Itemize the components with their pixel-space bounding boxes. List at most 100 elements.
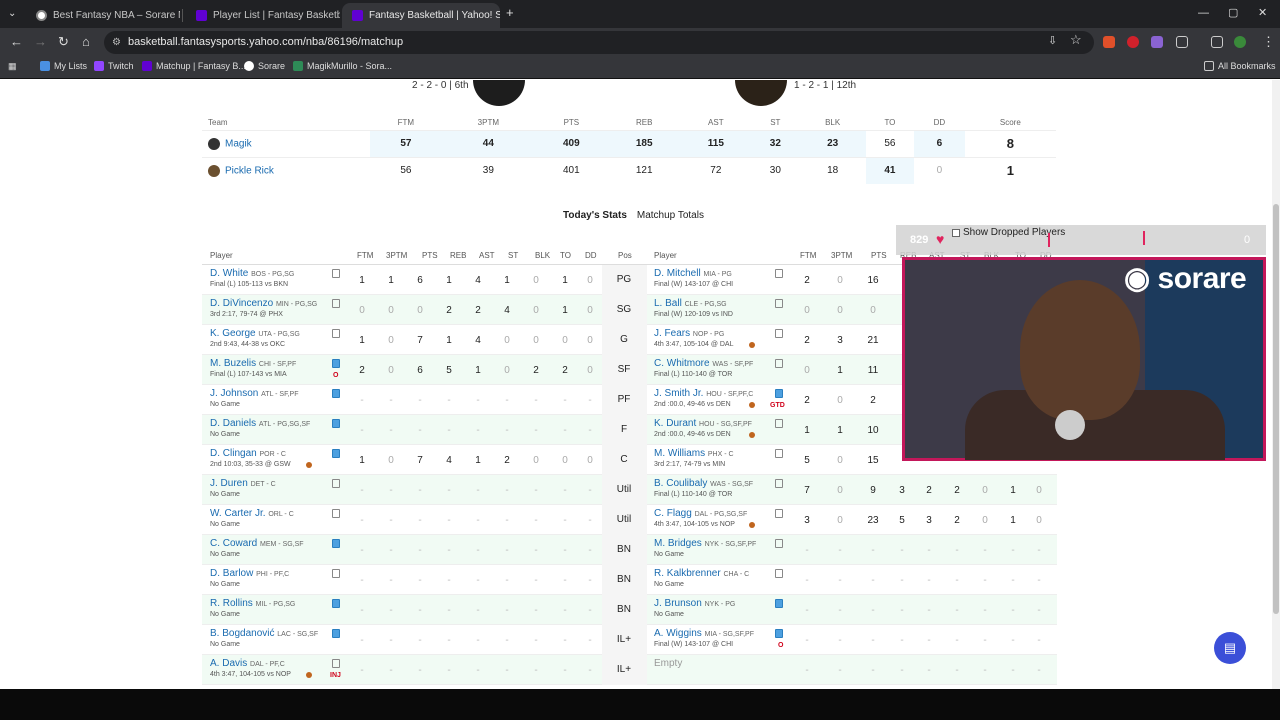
player-notes-icon[interactable] <box>332 359 340 368</box>
player-notes-icon[interactable] <box>332 449 340 458</box>
player-name-link[interactable]: D. White BOS - PG,SG <box>210 268 294 279</box>
page-scrollbar[interactable] <box>1272 80 1280 689</box>
player-name-link[interactable]: J. Johnson ATL - SF,PF <box>210 388 299 399</box>
player-name-link[interactable]: D. Mitchell MIA - PG <box>654 268 732 279</box>
stat-cell: - <box>418 575 422 586</box>
player-name-link[interactable]: J. Duren DET - C <box>210 478 276 489</box>
player-name-link[interactable]: D. Barlow PHI - PF,C <box>210 568 289 579</box>
player-notes-icon[interactable] <box>332 419 340 428</box>
checkbox[interactable] <box>952 228 960 237</box>
minimize-icon[interactable]: — <box>1198 6 1209 20</box>
player-notes-icon[interactable] <box>775 479 783 488</box>
player-notes-icon[interactable] <box>332 479 340 488</box>
player-notes-icon[interactable] <box>775 509 783 518</box>
home-icon[interactable]: ⌂ <box>82 35 90 49</box>
player-name-link[interactable]: K. Durant HOU - SG,SF,PF <box>654 418 752 429</box>
tab-sorare[interactable]: Best Fantasy NBA – Sorare NBA ✕ <box>26 3 180 28</box>
player-name-link[interactable]: Empty <box>654 658 682 669</box>
forward-icon[interactable]: → <box>34 35 47 49</box>
window-close-icon[interactable]: ✕ <box>1258 6 1267 20</box>
player-name-link[interactable]: J. Fears NOP - PG <box>654 328 724 339</box>
player-name-link[interactable]: J. Brunson NYK - PG <box>654 598 735 609</box>
chat-button[interactable]: ▤ <box>1214 632 1246 664</box>
player-name-link[interactable]: C. Whitmore WAS - SF,PF <box>654 358 753 369</box>
overlay-marker <box>1143 231 1145 245</box>
tab-todays-stats[interactable]: Today's Stats <box>563 210 627 221</box>
player-notes-icon[interactable] <box>775 539 783 548</box>
player-notes-icon[interactable] <box>332 299 340 308</box>
bookmark-star-icon[interactable]: ☆ <box>1070 33 1082 47</box>
player-name-link[interactable]: B. Bogdanović LAC - SG,SF <box>210 628 318 639</box>
profile-avatar[interactable] <box>1234 36 1246 48</box>
stat-cell: - <box>447 515 451 526</box>
media-icon[interactable] <box>1211 36 1223 48</box>
site-info-icon[interactable]: ⚙ <box>112 31 121 54</box>
stat-cell: - <box>447 635 451 646</box>
player-notes-icon[interactable] <box>332 629 340 638</box>
back-icon[interactable]: ← <box>10 35 23 49</box>
player-name-link[interactable]: M. Bridges NYK - SG,SF,PF <box>654 538 756 549</box>
player-notes-icon[interactable] <box>332 509 340 518</box>
extensions-puzzle-icon[interactable] <box>1176 36 1188 48</box>
player-notes-icon[interactable] <box>775 269 783 278</box>
scroll-thumb[interactable] <box>1273 204 1279 614</box>
player-name-link[interactable]: A. Wiggins MIA - SG,SF,PF <box>654 628 754 639</box>
player-notes-icon[interactable] <box>775 329 783 338</box>
player-name-link[interactable]: C. Flagg DAL - PG,SG,SF <box>654 508 747 519</box>
tab-search-icon[interactable]: ⌄ <box>8 7 16 21</box>
reload-icon[interactable]: ↻ <box>58 35 69 49</box>
player-notes-icon[interactable] <box>332 599 340 608</box>
player-name-link[interactable]: D. Daniels ATL - PG,SG,SF <box>210 418 310 429</box>
install-icon[interactable]: ⇩ <box>1048 34 1057 48</box>
maximize-icon[interactable]: ▢ <box>1228 6 1238 20</box>
player-name-link[interactable]: M. Williams PHX - C <box>654 448 734 459</box>
bookmark-sorare[interactable]: Sorare <box>244 61 285 71</box>
player-name-link[interactable]: D. DiVincenzo MIN - PG,SG <box>210 298 317 309</box>
player-name-link[interactable]: B. Coulibaly WAS - SG,SF <box>654 478 753 489</box>
bookmark-my-lists[interactable]: My Lists <box>40 61 87 71</box>
player-notes-icon[interactable] <box>332 269 340 278</box>
player-name-link[interactable]: W. Carter Jr. ORL - C <box>210 508 294 519</box>
tab-matchup[interactable]: Fantasy Basketball | Yahoo! Spo ✕ <box>342 3 500 28</box>
tab-matchup-totals[interactable]: Matchup Totals <box>637 210 704 221</box>
game-status: No Game <box>210 431 240 438</box>
player-name-link[interactable]: D. Clingan POR - C <box>210 448 286 459</box>
game-status: No Game <box>210 641 240 648</box>
url-bar[interactable]: ⚙ basketball.fantasysports.yahoo.com/nba… <box>104 31 1094 54</box>
player-notes-icon[interactable] <box>332 569 340 578</box>
bookmark-matchup[interactable]: Matchup | Fantasy B... <box>142 61 246 71</box>
player-notes-icon[interactable] <box>332 329 340 338</box>
player-name-link[interactable]: A. Davis DAL - PF,C <box>210 658 285 669</box>
team-name-link[interactable]: Pickle Rick <box>202 156 370 184</box>
player-notes-icon[interactable] <box>775 449 783 458</box>
player-name-link[interactable]: L. Ball CLE - PG,SG <box>654 298 727 309</box>
player-notes-icon[interactable] <box>332 659 340 668</box>
player-name-link[interactable]: C. Coward MEM - SG,SF <box>210 538 304 549</box>
apps-grid-icon[interactable]: ▦ <box>8 61 17 72</box>
extension-icon[interactable] <box>1103 36 1115 48</box>
yahoo-icon <box>142 61 152 71</box>
player-name-link[interactable]: M. Buzelis CHI - SF,PF <box>210 358 296 369</box>
player-notes-icon[interactable] <box>775 629 783 638</box>
player-notes-icon[interactable] <box>332 539 340 548</box>
player-name-link[interactable]: R. Rollins MIL - PG,SG <box>210 598 295 609</box>
player-name-link[interactable]: R. Kalkbrenner CHA - C <box>654 568 749 579</box>
extension-icon[interactable] <box>1151 36 1163 48</box>
bookmark-magikmurillo[interactable]: MagikMurillo - Sora... <box>293 61 392 71</box>
player-notes-icon[interactable] <box>775 359 783 368</box>
player-name-link[interactable]: J. Smith Jr. HOU - SF,PF,C <box>654 388 753 399</box>
menu-kebab-icon[interactable]: ⋮ <box>1262 35 1275 49</box>
player-name-link[interactable]: K. George UTA - PG,SG <box>210 328 300 339</box>
team-name-link[interactable]: Magik <box>202 129 370 157</box>
new-tab-button[interactable]: + <box>506 6 514 20</box>
player-notes-icon[interactable] <box>775 569 783 578</box>
player-notes-icon[interactable] <box>775 419 783 428</box>
all-bookmarks[interactable]: All Bookmarks <box>1204 61 1276 71</box>
player-notes-icon[interactable] <box>775 299 783 308</box>
player-notes-icon[interactable] <box>775 389 783 398</box>
tab-player-list[interactable]: Player List | Fantasy Basketball | ✕ <box>186 3 340 28</box>
extension-icon[interactable] <box>1127 36 1139 48</box>
player-notes-icon[interactable] <box>332 389 340 398</box>
bookmark-twitch[interactable]: Twitch <box>94 61 134 71</box>
player-notes-icon[interactable] <box>775 599 783 608</box>
